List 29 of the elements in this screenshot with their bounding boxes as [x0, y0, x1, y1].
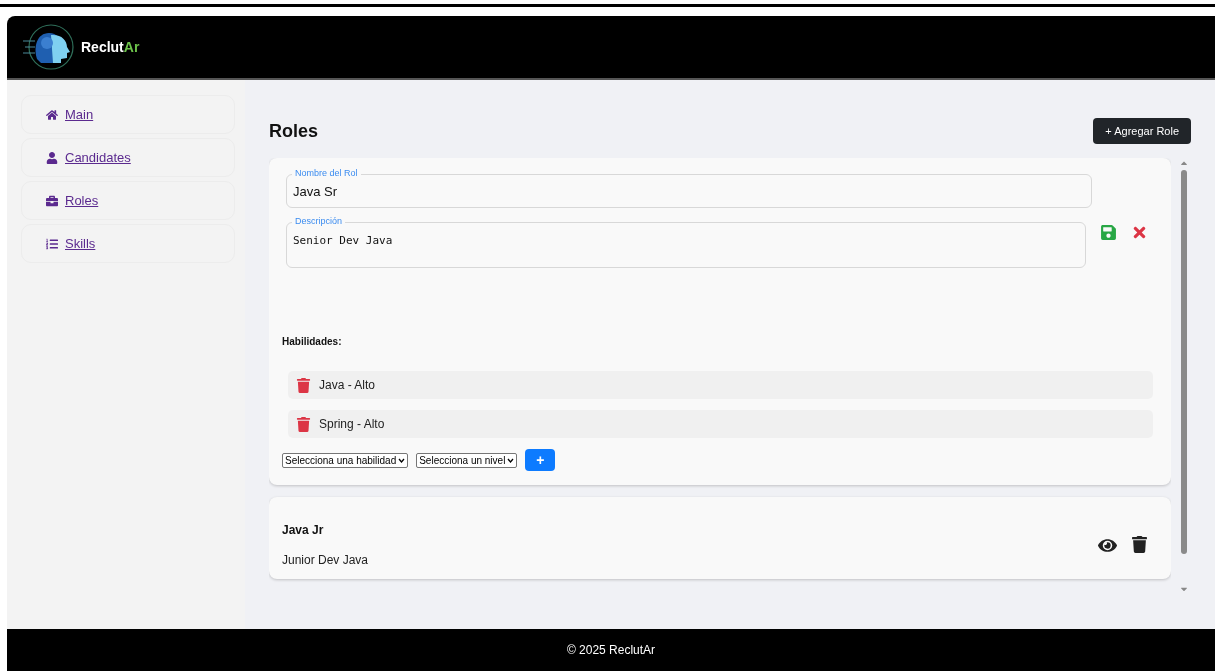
skill-select[interactable]: Selecciona una habilidad: [282, 452, 409, 468]
nav-link[interactable]: Candidates: [21, 138, 235, 177]
briefcase-icon: [46, 194, 58, 207]
copyright-text: © 2025 ReclutAr: [566, 643, 656, 657]
home-icon: [46, 108, 58, 121]
chevron-down-icon: [398, 457, 406, 463]
nav-link[interactable]: Roles: [21, 181, 235, 220]
nav-link[interactable]: Main: [21, 95, 235, 134]
field-label: Nombre del Rol: [292, 168, 361, 179]
skill-label: Java - Alto: [319, 378, 376, 392]
role-name: Java Jr: [282, 523, 325, 537]
brand-name[interactable]: ReclutAr: [81, 39, 140, 55]
add-skill-button[interactable]: +: [525, 449, 556, 471]
add-role-button[interactable]: + Agregar Role: [1093, 118, 1191, 144]
level-select[interactable]: Selecciona un nivel: [416, 452, 518, 468]
field-label: Descripción: [292, 216, 346, 227]
user-icon: [46, 151, 58, 164]
nav-link[interactable]: Skills: [21, 224, 235, 263]
list-icon: [46, 237, 58, 250]
skills-heading: Habilidades:: [282, 336, 343, 347]
trash-icon[interactable]: [1131, 535, 1148, 553]
chevron-down-icon: [507, 457, 515, 463]
role-name-field[interactable]: Nombre del Rol Java Sr: [286, 168, 1092, 208]
skill-label: Spring - Alto: [319, 417, 385, 431]
role-description: Junior Dev Java: [282, 553, 369, 567]
description-field[interactable]: Descripción Senior Dev Java: [286, 216, 1086, 268]
page-title: Roles: [269, 120, 319, 142]
brain-head-logo-icon: [21, 23, 77, 71]
save-icon[interactable]: [1100, 223, 1117, 241]
